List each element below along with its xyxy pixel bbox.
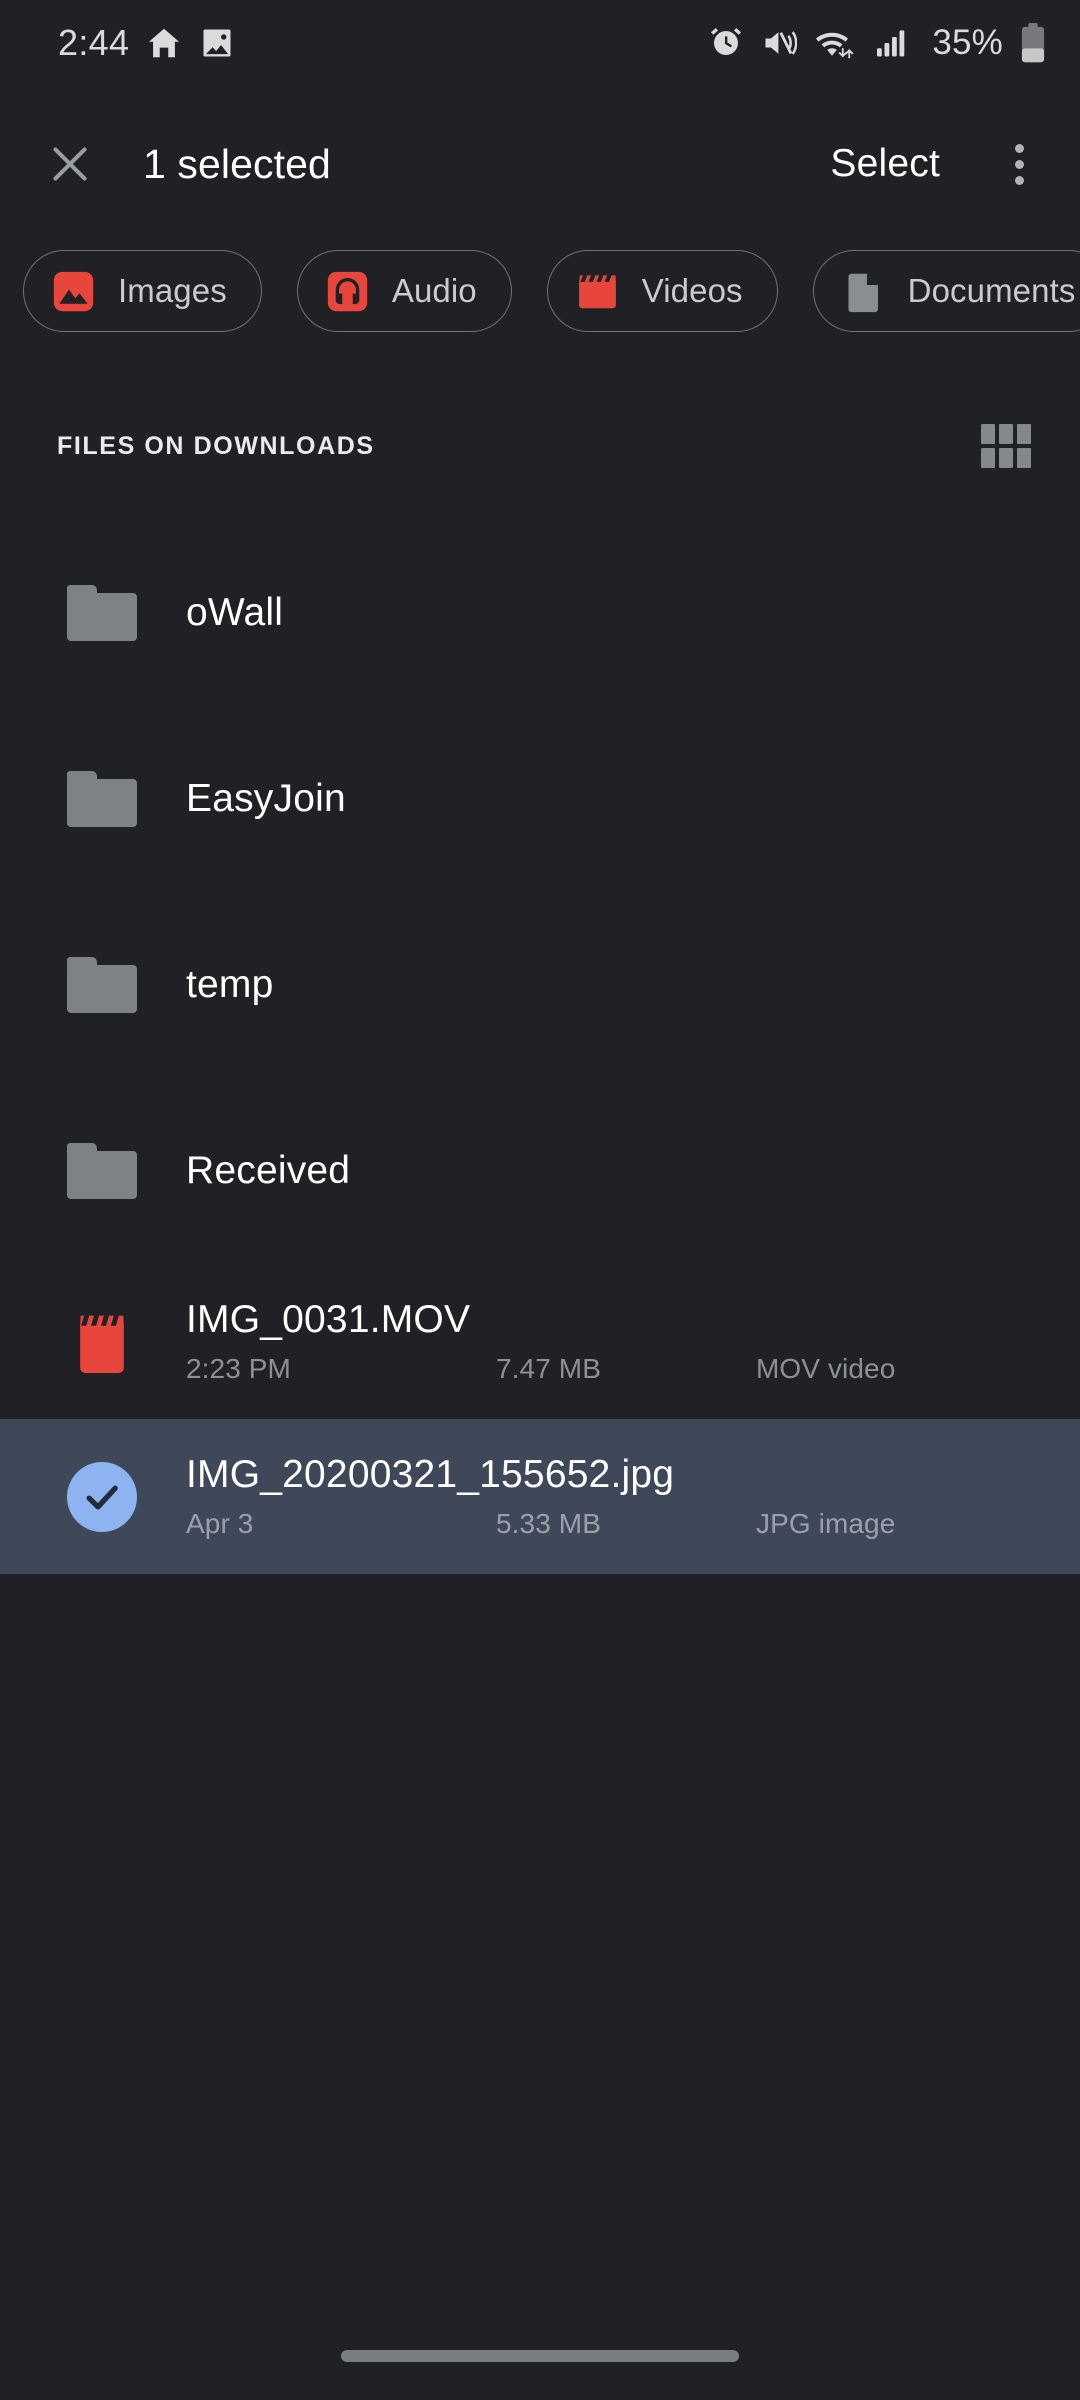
file-name: temp [186,963,274,1006]
grid-cell [1017,448,1031,468]
chip-videos-label: Videos [641,272,743,309]
overflow-menu-button[interactable] [976,121,1062,207]
file-meta: 2:23 PM 7.47 MB MOV video [186,1353,1040,1385]
wifi-icon [816,32,854,59]
headphones-icon [327,271,368,311]
grid-cell [981,424,995,444]
grid-view-icon [981,424,1031,468]
home-icon [149,28,180,58]
file-name: Received [186,1149,351,1192]
folder-icon [67,585,137,641]
folder-icon [67,771,137,827]
home-gesture-bar[interactable] [341,2350,739,2362]
selection-count-title: 1 selected [143,140,331,187]
alarm-icon [711,28,742,55]
list-item-body: temp [186,963,1080,1007]
chip-documents-label: Documents [907,272,1076,309]
document-icon [848,273,878,312]
list-item-body: Received [186,1149,1080,1193]
list-item[interactable]: IMG_0031.MOV 2:23 PM 7.47 MB MOV video [0,1264,1080,1419]
clapperboard-icon [578,274,616,308]
select-button[interactable]: Select [820,128,950,200]
file-name: IMG_20200321_155652.jpg [186,1453,675,1496]
status-bar: 2:44 35% [0,0,1080,86]
chip-images-label: Images [118,272,227,309]
file-name: IMG_0031.MOV [186,1298,471,1341]
battery-percent-label: 35% [932,23,1003,62]
folder-icon-wrap [54,1078,150,1264]
list-item-selected[interactable]: IMG_20200321_155652.jpg Apr 3 5.33 MB JP… [0,1419,1080,1574]
status-bar-right: 35% [708,23,1046,63]
file-name: EasyJoin [186,777,346,820]
phone-screen: 2:44 35% 1 selected Select Images Audio … [0,0,1080,2400]
chip-videos[interactable]: Videos [546,250,778,332]
grid-cell [999,448,1013,468]
folder-icon-wrap [54,892,150,1078]
mute-vibrate-icon [765,31,798,55]
chip-audio-label: Audio [391,272,477,309]
signal-icon [877,30,905,57]
file-kind: MOV video [756,1353,896,1384]
check-icon [86,1485,118,1510]
image-icon [203,29,231,57]
list-item-body: oWall [186,591,1080,635]
status-bar-clock: 2:44 [58,22,130,63]
folder-icon-wrap [54,520,150,706]
folder-icon [67,957,137,1013]
chip-images[interactable]: Images [23,250,262,332]
folder-icon [67,1143,137,1199]
list-item[interactable]: Received [0,1078,1080,1264]
chip-audio[interactable]: Audio [296,250,512,332]
grid-cell [1017,424,1031,444]
clapperboard-icon [80,1314,124,1373]
more-vert-icon-dot2 [1014,159,1024,169]
list-item-body: IMG_0031.MOV 2:23 PM 7.47 MB MOV video [186,1298,1080,1385]
battery-icon [1021,23,1045,63]
app-bar: 1 selected Select [0,108,1080,220]
more-vert-icon-dot3 [1014,175,1024,185]
file-size: 5.33 MB [496,1508,601,1539]
grid-cell [981,448,995,468]
filter-chip-row: Images Audio Videos Documents [0,248,1080,334]
more-vert-icon [1014,143,1024,153]
list-item[interactable]: EasyJoin [0,706,1080,892]
status-bar-left: 2:44 [58,24,235,62]
video-icon-wrap [54,1264,150,1419]
file-kind: JPG image [756,1508,896,1539]
file-date: Apr 3 [186,1508,254,1539]
grid-view-toggle-button[interactable] [978,418,1034,474]
section-title: FILES ON DOWNLOADS [57,431,375,460]
section-header: FILES ON DOWNLOADS [0,405,1080,487]
grid-cell [999,424,1013,444]
file-meta: Apr 3 5.33 MB JPG image [186,1508,1040,1540]
chip-documents[interactable]: Documents [812,250,1080,332]
close-selection-button[interactable] [24,118,116,210]
close-icon [53,147,87,181]
file-size: 7.47 MB [496,1353,601,1384]
image-icon [53,271,94,311]
list-item[interactable]: oWall [0,520,1080,706]
list-item-body: IMG_20200321_155652.jpg Apr 3 5.33 MB JP… [186,1453,1080,1540]
list-item-body: EasyJoin [186,777,1080,821]
file-list: oWall EasyJoin temp Received IMG_0031.MO… [0,520,1080,1574]
file-name: oWall [186,591,284,634]
folder-icon-wrap [54,706,150,892]
check-circle-icon[interactable] [67,1461,137,1532]
file-date: 2:23 PM [186,1353,291,1384]
selection-checkbox-wrap[interactable] [54,1419,150,1574]
list-item[interactable]: temp [0,892,1080,1078]
